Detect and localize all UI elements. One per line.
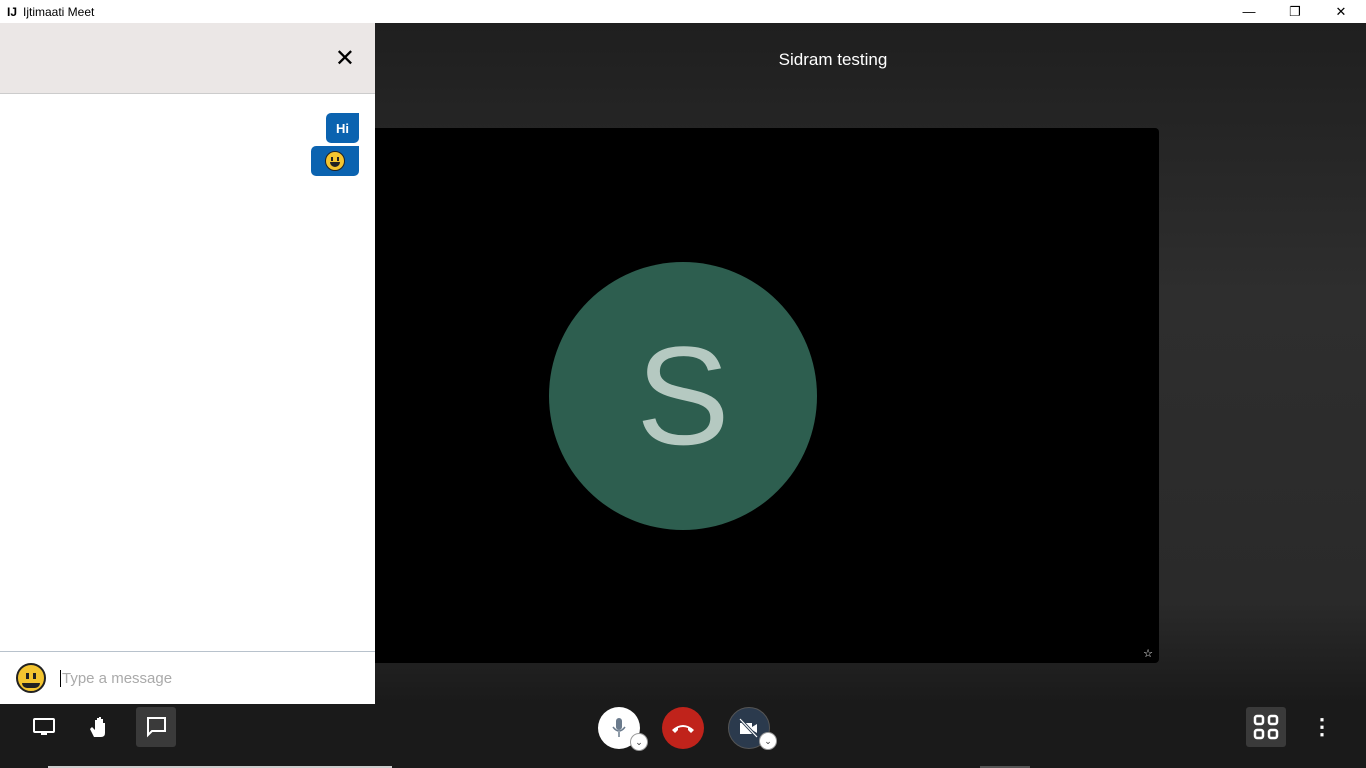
camera-off-icon — [738, 718, 759, 738]
app-logo: IJ — [7, 4, 18, 19]
monitor-icon — [33, 718, 55, 735]
window-close-button[interactable]: ✕ — [1318, 0, 1364, 23]
close-chat-button[interactable]: ✕ — [335, 47, 355, 71]
large-video: S ☆ — [375, 128, 1159, 663]
chevron-down-icon[interactable]: ⌄ — [630, 733, 648, 751]
window-title: Ijtimaati Meet — [23, 4, 95, 19]
grinning-face-icon — [325, 151, 345, 171]
conference-stage: Sidram testing S ☆ — [375, 23, 1366, 704]
chat-icon — [147, 717, 166, 738]
phone-hangup-icon — [672, 725, 694, 733]
message-input[interactable] — [60, 669, 350, 687]
emoji-picker-button[interactable] — [16, 663, 46, 693]
hangup-button[interactable] — [662, 707, 704, 749]
room-name: Sidram testing — [778, 50, 888, 69]
restore-button[interactable]: ❐ — [1272, 0, 1318, 23]
hand-icon — [90, 717, 105, 737]
more-options-button[interactable]: ⋮ — [1302, 707, 1342, 747]
microphone-icon — [612, 718, 626, 737]
chat-message — [311, 146, 359, 176]
star-icon: ☆ — [1143, 648, 1153, 660]
microphone-button[interactable]: ⌄ — [598, 707, 648, 751]
minimize-button[interactable]: — — [1226, 0, 1272, 23]
camera-button[interactable]: ⌄ — [728, 707, 777, 750]
chat-input-bar — [0, 651, 375, 704]
raise-hand-button[interactable] — [80, 707, 120, 747]
participant-avatar: S — [549, 262, 817, 530]
toolbar: ⌄ ⌄ ⋮ — [0, 704, 1366, 768]
chat-message: Hi — [326, 113, 359, 143]
chevron-down-icon[interactable]: ⌄ — [759, 732, 777, 750]
chat-button[interactable] — [136, 707, 176, 747]
chat-panel: ✕ Hi — [0, 23, 375, 704]
screen-share-button[interactable] — [24, 707, 64, 747]
title-bar: IJ Ijtimaati Meet — ❐ ✕ — [0, 0, 1366, 23]
chat-header: ✕ — [0, 23, 375, 94]
grid-icon — [1253, 714, 1279, 740]
tile-view-button[interactable] — [1246, 707, 1286, 747]
